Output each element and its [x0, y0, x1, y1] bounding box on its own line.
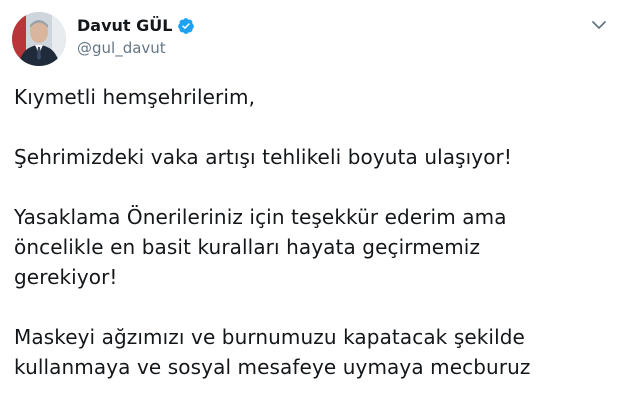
tweet-header: Davut GÜL @gul_davut [12, 12, 612, 68]
tweet-card: Davut GÜL @gul_davut Kıymetli hemşehrile… [0, 0, 620, 413]
avatar[interactable] [12, 12, 66, 66]
author-display-name-row[interactable]: Davut GÜL [77, 16, 195, 36]
tweet-paragraph: Kıymetli hemşehrilerim, [14, 82, 614, 112]
profile-photo [12, 12, 66, 66]
tweet-line: gerekiyor! [14, 265, 118, 289]
verified-badge-icon [178, 18, 195, 34]
tweet-paragraph: Şehrimizdeki vaka artışı tehlikeli boyut… [14, 142, 614, 172]
tweet-text: Kıymetli hemşehrilerim, Şehrimizdeki vaka… [14, 82, 614, 412]
tweet-line: öncelikle en basit kuralları hayata geçi… [14, 235, 481, 259]
tweet-line: Şehrimizdeki vaka artışı tehlikeli boyut… [14, 145, 512, 169]
tweet-paragraph: Maskeyi ağzımızı ve burnumuzu kapatacak … [14, 322, 614, 382]
author-display-name[interactable]: Davut GÜL [77, 16, 172, 36]
chevron-down-icon[interactable] [590, 16, 608, 34]
author-handle[interactable]: @gul_davut [77, 38, 195, 58]
tweet-line: kullanmaya ve sosyal mesafeye uymaya mec… [14, 355, 531, 379]
tweet-line: Yasaklama Önerileriniz için teşekkür ede… [14, 205, 507, 229]
tweet-paragraph: Yasaklama Önerileriniz için teşekkür ede… [14, 202, 614, 292]
author-names: Davut GÜL @gul_davut [77, 16, 195, 58]
tweet-line: Kıymetli hemşehrilerim, [14, 85, 256, 109]
tweet-line: Maskeyi ağzımızı ve burnumuzu kapatacak … [14, 325, 525, 349]
